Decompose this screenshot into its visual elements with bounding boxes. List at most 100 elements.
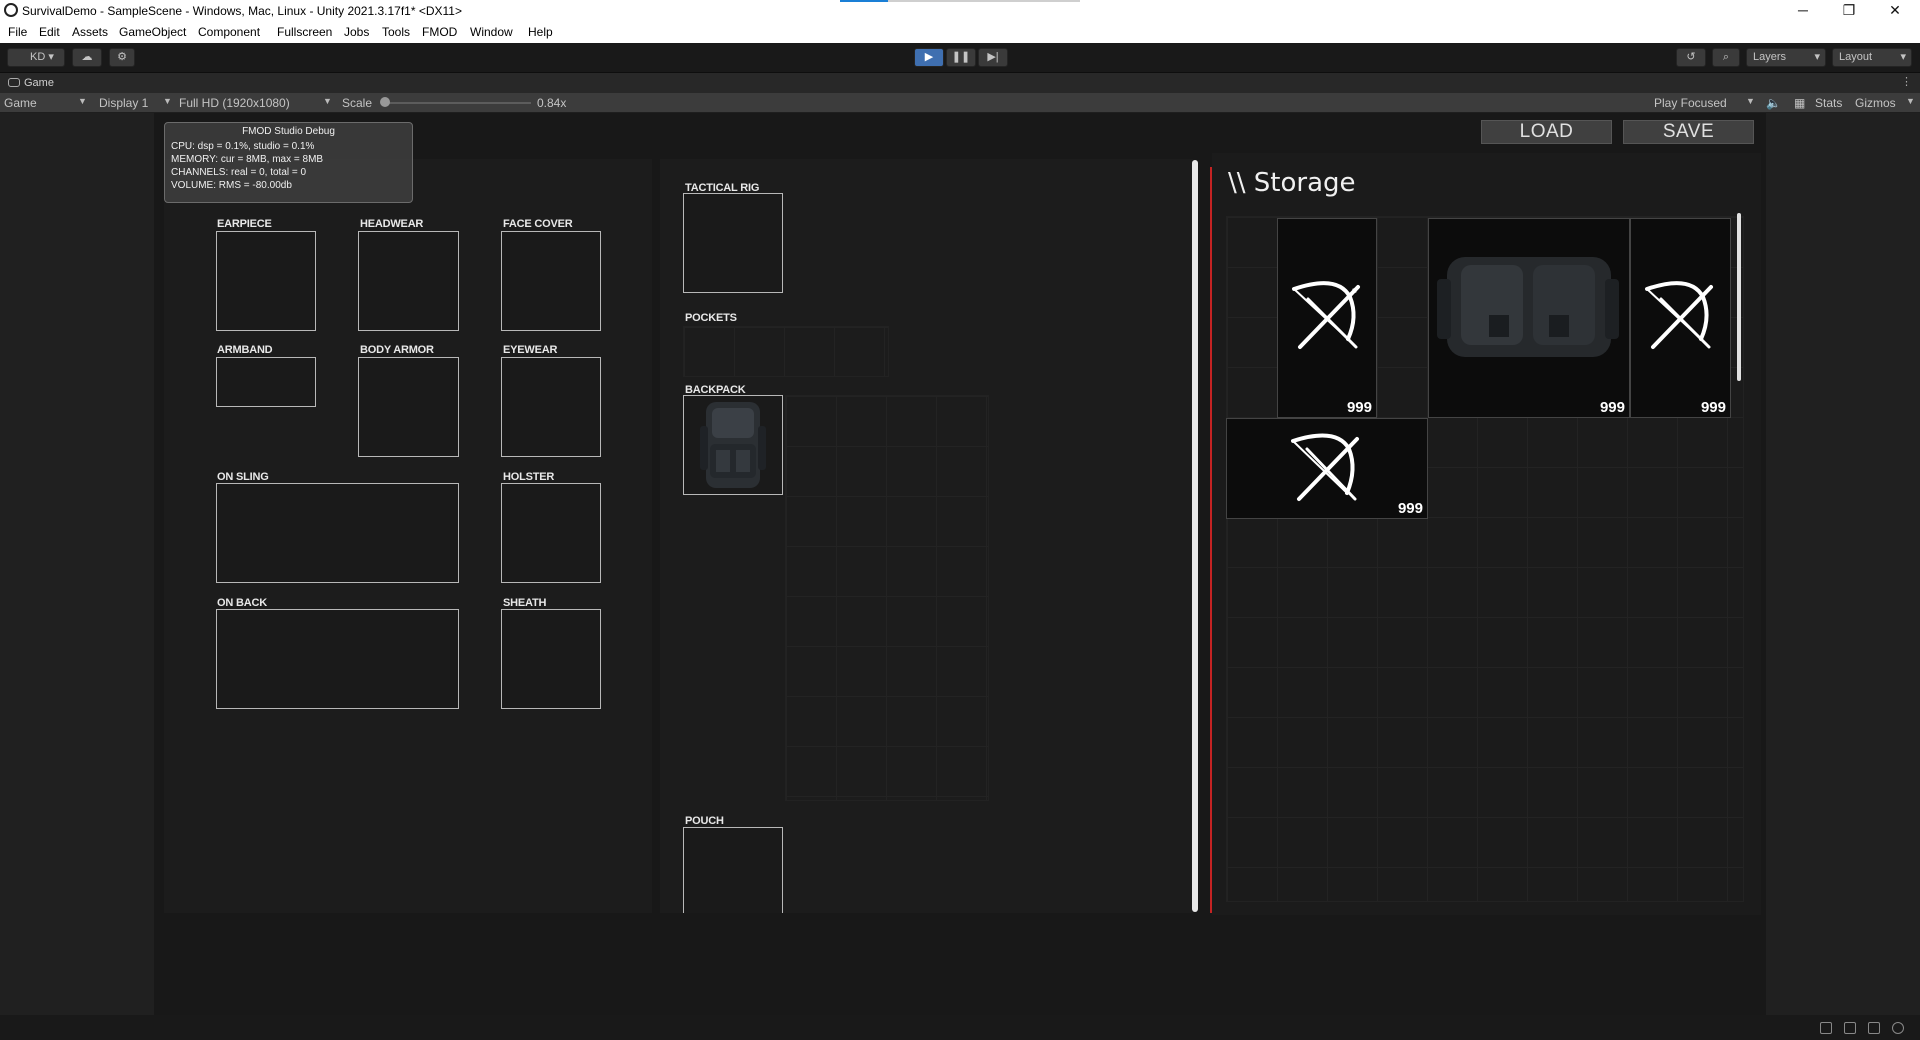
step-icon: ▶| — [987, 51, 999, 63]
menu-component[interactable]: Component — [198, 25, 260, 39]
step-button[interactable]: ▶| — [978, 48, 1008, 67]
scale-slider-track[interactable] — [386, 102, 531, 104]
scale-slider-handle[interactable] — [380, 97, 390, 107]
menu-window[interactable]: Window — [470, 25, 513, 39]
load-button[interactable]: LOAD — [1481, 120, 1612, 144]
chevron-down-icon: ▾ — [1814, 51, 1820, 63]
containers-scrollbar[interactable] — [1192, 160, 1198, 912]
collab-button[interactable]: ⚙ — [109, 48, 135, 67]
face-cover-slot[interactable] — [501, 231, 601, 331]
menu-file[interactable]: File — [8, 25, 27, 39]
search-button[interactable]: ⌕ — [1712, 48, 1740, 67]
eyewear-slot[interactable] — [501, 357, 601, 457]
backpack-icon — [700, 402, 766, 488]
body-armor-label: BODY ARMOR — [360, 344, 434, 356]
fmod-volume: VOLUME: RMS = -80.00db — [171, 180, 292, 191]
unity-logo-icon — [4, 3, 18, 17]
view-select[interactable]: Game — [4, 96, 37, 110]
pause-icon: ❚❚ — [951, 51, 971, 63]
search-icon: ⌕ — [1722, 51, 1730, 63]
play-button[interactable]: ▶ — [914, 48, 944, 67]
undo-history-button[interactable]: ↺ — [1676, 48, 1706, 67]
headwear-slot[interactable] — [358, 231, 459, 331]
storage-title: \\ Storage — [1228, 168, 1356, 198]
network-icon[interactable] — [1868, 1022, 1880, 1034]
stats-button[interactable]: Stats — [1815, 96, 1842, 110]
display-select[interactable]: Display 1 — [99, 96, 148, 110]
menu-fmod[interactable]: FMOD — [422, 25, 457, 39]
pause-button[interactable]: ❚❚ — [946, 48, 976, 67]
grid-icon[interactable]: ▦ — [1794, 96, 1805, 110]
menu-gameobject[interactable]: GameObject — [119, 25, 186, 39]
minimize-button[interactable]: ─ — [1780, 0, 1826, 22]
storage-item[interactable]: 999 — [1630, 218, 1731, 418]
backpack-icon — [1437, 257, 1619, 357]
on-sling-slot[interactable] — [216, 483, 459, 583]
speaker-icon[interactable]: 🔈 — [1766, 96, 1781, 110]
chevron-down-icon: ▼ — [1906, 96, 1915, 106]
pouch-slot[interactable] — [683, 827, 783, 913]
save-button[interactable]: SAVE — [1623, 120, 1754, 144]
menu-help[interactable]: Help — [528, 25, 553, 39]
sheath-slot[interactable] — [501, 609, 601, 709]
resolution-select[interactable]: Full HD (1920x1080) — [179, 96, 290, 110]
storage-item[interactable]: 999 — [1226, 418, 1428, 519]
storage-item[interactable]: 999 — [1428, 218, 1630, 418]
window-title: SurvivalDemo - SampleScene - Windows, Ma… — [22, 4, 462, 18]
item-quantity: 999 — [1397, 500, 1423, 517]
close-button[interactable]: ✕ — [1872, 0, 1918, 22]
bow-arrows-icon — [1292, 281, 1360, 349]
armband-slot[interactable] — [216, 357, 316, 407]
holster-label: HOLSTER — [503, 471, 555, 483]
armband-label: ARMBAND — [217, 344, 273, 356]
menu-bar: File Edit Assets GameObject Component Fu… — [0, 22, 1920, 43]
fmod-cpu: CPU: dsp = 0.1%, studio = 0.1% — [171, 141, 315, 152]
main-toolbar: KD ▾ ☁ ⚙ ▶ ❚❚ ▶| ↺ ⌕ Layers ▾ Layout ▾ — [0, 43, 1920, 73]
face-cover-label: FACE COVER — [503, 218, 573, 230]
pouch-label: POUCH — [685, 815, 724, 827]
menu-tools[interactable]: Tools — [382, 25, 410, 39]
game-tab[interactable]: Game ⋮ — [0, 73, 1920, 93]
fmod-memory: MEMORY: cur = 8MB, max = 8MB — [171, 154, 324, 165]
layout-label: Layout — [1839, 51, 1873, 63]
play-mode-select[interactable]: Play Focused — [1654, 96, 1727, 110]
earpiece-slot[interactable] — [216, 231, 316, 331]
check-icon[interactable] — [1892, 1022, 1904, 1034]
fmod-channels: CHANNELS: real = 0, total = 0 — [171, 167, 307, 178]
backpack-grid[interactable] — [785, 395, 989, 801]
history-icon: ↺ — [1686, 51, 1696, 63]
chevron-down-icon: ▼ — [163, 96, 172, 106]
gamepad-icon — [8, 78, 20, 87]
menu-jobs[interactable]: Jobs — [344, 25, 369, 39]
bug-icon[interactable] — [1820, 1022, 1832, 1034]
earpiece-label: EARPIECE — [217, 218, 272, 230]
sheath-label: SHEATH — [503, 597, 547, 609]
account-dropdown[interactable]: KD ▾ — [7, 48, 65, 67]
chevron-down-icon: ▾ — [1900, 51, 1906, 63]
tactical-rig-slot[interactable] — [683, 193, 783, 293]
restore-button[interactable]: ❐ — [1826, 0, 1872, 22]
holster-slot[interactable] — [501, 483, 601, 583]
pockets-grid[interactable] — [683, 326, 889, 377]
cloud-button[interactable]: ☁ — [72, 48, 102, 67]
menu-edit[interactable]: Edit — [39, 25, 60, 39]
menu-assets[interactable]: Assets — [72, 25, 108, 39]
gizmos-button[interactable]: Gizmos — [1855, 96, 1896, 110]
storage-scrollbar[interactable] — [1737, 213, 1741, 381]
menu-fullscreen[interactable]: Fullscreen — [277, 25, 332, 39]
fmod-debug-overlay: FMOD Studio Debug CPU: dsp = 0.1%, studi… — [164, 122, 413, 203]
item-quantity: 999 — [1346, 399, 1372, 416]
layers-dropdown[interactable]: Layers ▾ — [1746, 48, 1826, 67]
cache-icon[interactable] — [1844, 1022, 1856, 1034]
item-quantity: 999 — [1599, 399, 1625, 416]
body-armor-slot[interactable] — [358, 357, 459, 457]
backpack-slot[interactable] — [683, 395, 783, 495]
more-options-icon[interactable]: ⋮ — [1901, 75, 1912, 88]
on-back-slot[interactable] — [216, 609, 459, 709]
storage-item[interactable]: 999 — [1277, 218, 1377, 418]
layout-dropdown[interactable]: Layout ▾ — [1832, 48, 1912, 67]
title-progress-bar — [840, 0, 1080, 2]
account-label: KD — [30, 51, 46, 63]
pockets-label: POCKETS — [685, 312, 737, 324]
cloud-icon: ☁ — [81, 51, 93, 63]
